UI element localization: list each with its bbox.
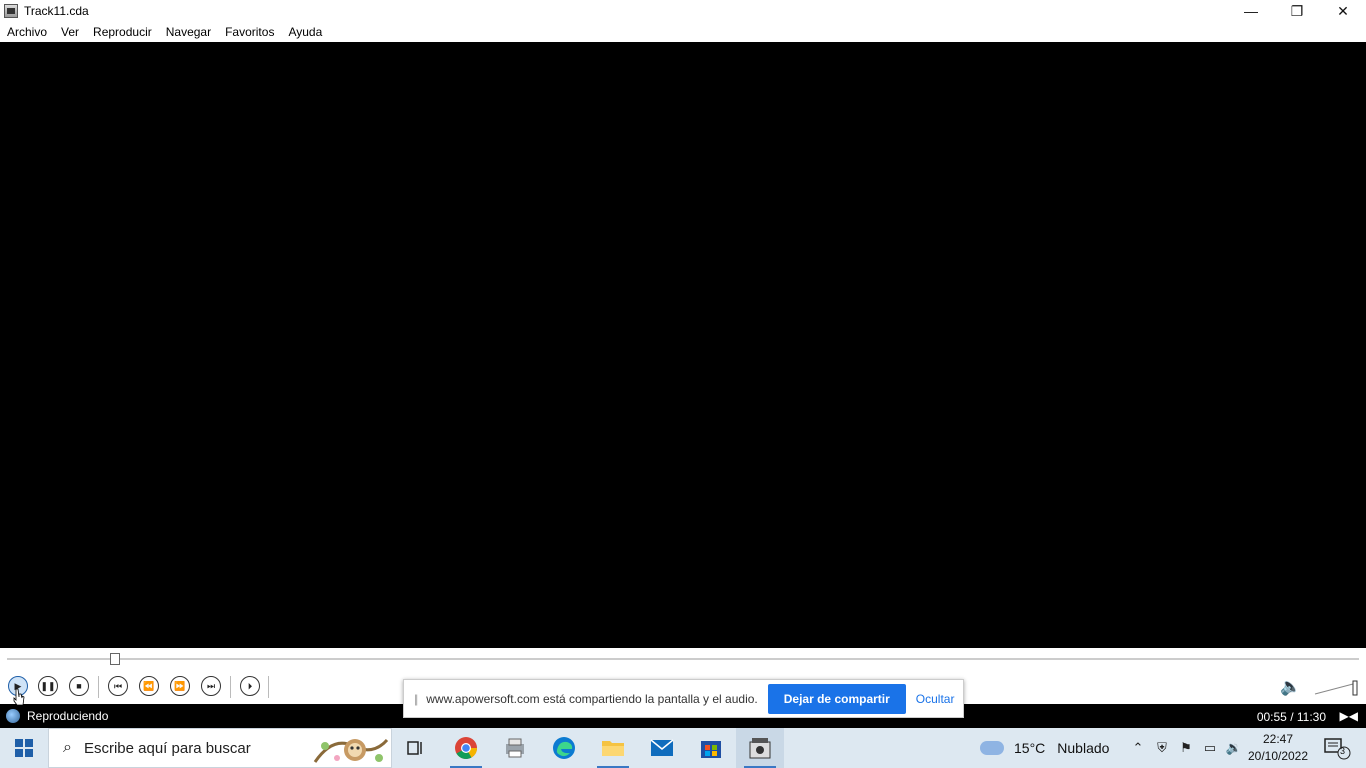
restore-icon: ❐ <box>1290 2 1304 19</box>
task-view-button[interactable] <box>392 728 440 768</box>
frame-step-button[interactable]: ⏵ <box>240 676 260 696</box>
clock[interactable]: 22:47 20/10/2022 <box>1246 731 1310 765</box>
window-controls: — ❐ ✕ <box>1228 0 1366 22</box>
mail-taskbar-button[interactable] <box>638 728 686 768</box>
control-separator <box>268 676 269 698</box>
start-button[interactable] <box>0 728 48 768</box>
volume-slider[interactable] <box>1313 678 1361 696</box>
drag-grip-icon[interactable]: || <box>414 692 418 706</box>
status-text: Reproduciendo <box>27 709 109 723</box>
notifications-count: 3 <box>1340 746 1346 756</box>
frame-step-icon: ⏵ <box>247 680 253 691</box>
windows-logo-icon <box>15 739 33 757</box>
chrome-icon <box>455 737 477 759</box>
video-mode-icon[interactable]: ▶◀ <box>1340 709 1358 723</box>
weather-temperature: 15°C <box>1014 740 1046 756</box>
screen-share-bar: || www.apowersoft.com está compartiendo … <box>403 679 964 718</box>
skip-forward-button[interactable]: ⏭ <box>201 676 221 696</box>
menu-ver[interactable]: Ver <box>54 25 86 39</box>
rewind-button[interactable]: ⏪ <box>139 676 159 696</box>
status-icon <box>6 709 20 723</box>
taskbar: ⌕ Escribe aquí para buscar 15°C Nublado … <box>0 728 1366 768</box>
media-player-window: Track11.cda — ❐ ✕ Archivo Ver Reproducir… <box>0 0 1366 728</box>
file-explorer-taskbar-button[interactable] <box>589 728 637 768</box>
menu-favoritos[interactable]: Favoritos <box>218 25 281 39</box>
menu-archivo[interactable]: Archivo <box>0 25 54 39</box>
search-icon: ⌕ <box>63 739 72 756</box>
minimize-button[interactable]: — <box>1228 0 1274 22</box>
folder-icon <box>602 741 624 756</box>
chrome-taskbar-button[interactable] <box>442 728 490 768</box>
clock-date: 20/10/2022 <box>1247 749 1309 763</box>
seek-bar[interactable] <box>0 648 1366 670</box>
skip-back-icon: ⏮ <box>113 680 123 691</box>
volume-icon[interactable]: 🔈 <box>1280 677 1301 697</box>
close-button[interactable]: ✕ <box>1320 0 1366 22</box>
search-highlight-illustration <box>313 738 389 763</box>
mail-icon <box>650 739 674 756</box>
cloud-icon <box>980 741 1004 755</box>
fast-forward-icon: ⏩ <box>174 680 186 691</box>
volume-thumb <box>1352 680 1358 696</box>
video-area[interactable] <box>0 42 1366 648</box>
weather-condition: Nublado <box>1057 740 1110 756</box>
battery-icon[interactable]: ▭ <box>1198 740 1222 756</box>
edge-icon <box>553 737 575 759</box>
stop-sharing-button[interactable]: Dejar de compartir <box>767 683 906 714</box>
notifications-button[interactable]: 3 <box>1320 736 1360 760</box>
seek-thumb[interactable] <box>110 653 121 665</box>
media-player-app-icon <box>4 4 18 18</box>
restore-button[interactable]: ❐ <box>1274 0 1320 22</box>
taskbar-search-box[interactable]: ⌕ Escribe aquí para buscar <box>48 728 392 768</box>
media-player-icon <box>749 738 771 759</box>
seek-track[interactable] <box>7 658 1359 660</box>
title-bar: Track11.cda — ❐ ✕ <box>0 0 1366 22</box>
clock-time: 22:47 <box>1262 732 1294 746</box>
store-taskbar-button[interactable] <box>687 728 735 768</box>
skip-back-button[interactable]: ⏮ <box>108 676 128 696</box>
hide-button[interactable]: Ocultar <box>916 692 955 706</box>
chevron-up-icon[interactable]: ⌃ <box>1126 740 1150 756</box>
control-separator <box>230 676 231 698</box>
system-tray: ⌃ ⛨ ⚑ ▭ 🔉 <box>1126 728 1246 768</box>
menu-bar: Archivo Ver Reproducir Navegar Favoritos… <box>0 22 1366 42</box>
minimize-icon: — <box>1244 3 1258 19</box>
stop-icon: ■ <box>76 681 82 691</box>
fast-forward-button[interactable]: ⏩ <box>170 676 190 696</box>
notifications-icon <box>1324 738 1351 760</box>
antivirus-icon[interactable]: ⛨ <box>1150 740 1174 756</box>
store-icon <box>701 741 721 758</box>
menu-ayuda[interactable]: Ayuda <box>281 25 329 39</box>
mouse-cursor-icon <box>13 688 25 706</box>
weather-widget[interactable]: 15°C Nublado <box>980 728 1109 768</box>
security-icon[interactable]: ⚑ <box>1174 740 1198 756</box>
control-separator <box>98 676 99 698</box>
printer-icon <box>506 738 524 758</box>
edge-taskbar-button[interactable] <box>540 728 588 768</box>
menu-navegar[interactable]: Navegar <box>159 25 218 39</box>
skip-forward-icon: ⏭ <box>206 680 216 691</box>
media-player-taskbar-button[interactable] <box>736 728 784 768</box>
speaker-icon[interactable]: 🔉 <box>1222 740 1246 756</box>
search-placeholder: Escribe aquí para buscar <box>83 739 251 757</box>
share-message: www.apowersoft.com está compartiendo la … <box>426 691 758 706</box>
stop-button[interactable]: ■ <box>69 676 89 696</box>
pause-icon: ❚❚ <box>40 680 56 691</box>
rewind-icon: ⏪ <box>143 680 155 691</box>
window-title: Track11.cda <box>24 4 89 18</box>
time-display: 00:55 / 11:30 <box>1256 710 1326 724</box>
pause-button[interactable]: ❚❚ <box>38 676 58 696</box>
menu-reproducir[interactable]: Reproducir <box>86 25 159 39</box>
close-icon: ✕ <box>1337 2 1349 19</box>
task-view-icon <box>407 741 422 755</box>
printer-app-taskbar-button[interactable] <box>491 728 539 768</box>
